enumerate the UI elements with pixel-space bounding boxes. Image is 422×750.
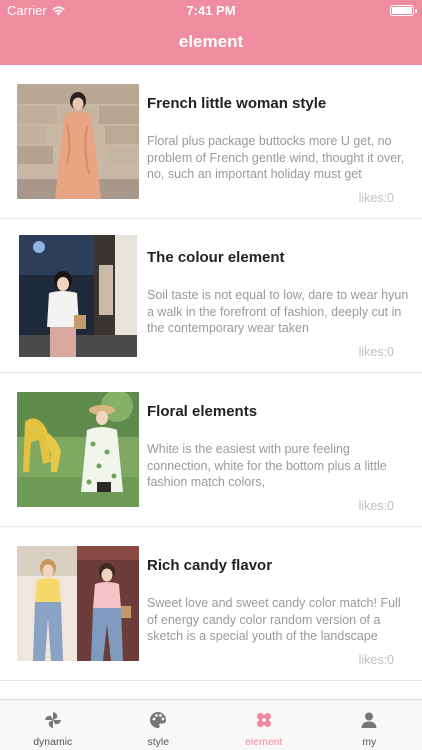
likes-count: likes:0 — [358, 653, 394, 667]
tab-label: element — [245, 736, 283, 748]
likes-count: likes:0 — [358, 345, 394, 359]
tab-label: dynamic — [33, 736, 73, 748]
article-description: White is the easiest with pure feeling c… — [147, 442, 387, 489]
article-thumbnail — [17, 392, 139, 507]
likes-count: likes:0 — [358, 191, 394, 205]
tab-dynamic[interactable]: dynamic — [0, 700, 106, 750]
article-title: Floral elements — [147, 403, 258, 420]
likes-count: likes:0 — [358, 499, 394, 513]
battery-icon — [390, 5, 417, 16]
tab-label: my — [362, 736, 377, 748]
article-description: Soil taste is not equal to low, dare to … — [147, 288, 409, 335]
article-title: Rich candy flavor — [147, 557, 273, 574]
tab-bar: dynamic style element my — [0, 699, 422, 750]
status-bar: Carrier 7:41 PM — [0, 0, 422, 22]
article-thumbnail — [17, 546, 139, 661]
pinwheel-icon — [44, 712, 61, 728]
article-thumbnail — [17, 84, 139, 199]
list-item[interactable]: Rich candy flavor Sweet love and sweet c… — [0, 527, 422, 681]
article-title: French little woman style — [147, 95, 327, 112]
tab-style[interactable]: style — [106, 700, 212, 750]
article-title: The colour element — [147, 249, 285, 266]
article-thumbnail — [19, 235, 137, 357]
flower-icon — [256, 712, 271, 728]
status-time: 7:41 PM — [186, 3, 236, 18]
list-item[interactable]: Floral elements White is the easiest wit… — [0, 373, 422, 527]
tab-element[interactable]: element — [211, 700, 317, 750]
navigation-header: Carrier 7:41 PM element — [0, 0, 422, 65]
article-description: Floral plus package buttocks more U get,… — [147, 134, 405, 181]
list-item[interactable]: The colour element Soil taste is not equ… — [0, 219, 422, 373]
tab-label: style — [147, 736, 170, 748]
person-icon — [361, 712, 377, 728]
tab-my[interactable]: my — [317, 700, 422, 750]
article-list[interactable]: French little woman style Floral plus pa… — [0, 65, 422, 699]
list-item[interactable]: French little woman style Floral plus pa… — [0, 65, 422, 219]
palette-icon — [150, 712, 167, 728]
article-description: Sweet love and sweet candy color match! … — [147, 596, 401, 643]
page-title: element — [178, 32, 244, 51]
